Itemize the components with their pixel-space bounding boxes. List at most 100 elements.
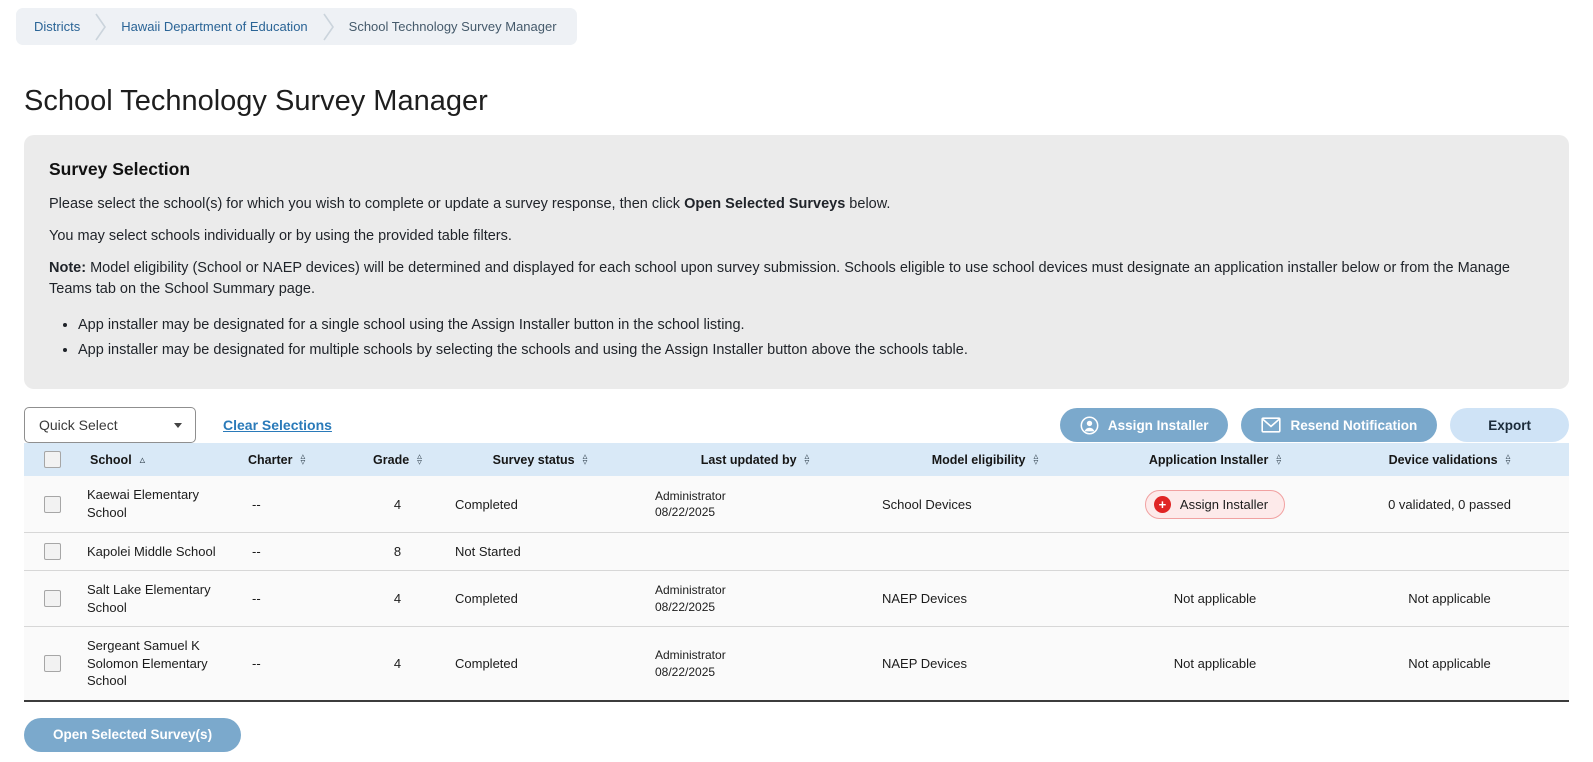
note-bullet: App installer may be designated for mult… bbox=[78, 340, 1544, 361]
row-checkbox[interactable] bbox=[44, 590, 61, 608]
school-cell: Kaewai Elementary School bbox=[82, 476, 240, 533]
sort-both-icon: ▵ ▿ bbox=[1033, 450, 1039, 468]
row-select-cell bbox=[24, 476, 82, 533]
last-updated-date: 08/22/2025 bbox=[655, 664, 716, 679]
row-select-cell bbox=[24, 531, 82, 571]
row-assign-installer-label: Assign Installer bbox=[1179, 496, 1269, 512]
column-label: School bbox=[90, 452, 132, 467]
last-updated-cell: Administrator 08/22/2025 bbox=[640, 476, 870, 533]
school-cell: Kapolei Middle School bbox=[82, 531, 240, 571]
row-checkbox[interactable] bbox=[44, 655, 61, 673]
sort-both-icon: ▵ ▿ bbox=[1505, 450, 1511, 468]
school-cell: Sergeant Samuel K Solomon Elementary Sch… bbox=[82, 626, 240, 700]
column-label: Grade bbox=[373, 452, 410, 467]
open-selected-surveys-button[interactable]: Open Selected Survey(s) bbox=[24, 717, 242, 752]
sort-both-icon: ▵ ▿ bbox=[804, 450, 810, 468]
survey-status-cell: Completed bbox=[440, 570, 640, 627]
column-label: Charter bbox=[248, 452, 293, 467]
device-validations-cell bbox=[1330, 531, 1569, 571]
quick-select-label: Quick Select bbox=[39, 417, 118, 434]
column-header-installer[interactable]: Application Installer ▵ ▿ bbox=[1100, 443, 1330, 477]
table-row: Kapolei Middle School -- 8 Not Started bbox=[24, 531, 1569, 571]
resend-notification-button[interactable]: Resend Notification bbox=[1241, 408, 1438, 443]
select-all-header bbox=[24, 443, 82, 477]
grade-cell: 4 bbox=[355, 626, 440, 700]
grade-cell: 4 bbox=[355, 476, 440, 533]
sort-both-icon: ▵ ▿ bbox=[300, 450, 306, 468]
application-installer-cell bbox=[1100, 531, 1330, 571]
row-checkbox[interactable] bbox=[44, 542, 61, 560]
column-header-school[interactable]: School ▵ bbox=[82, 443, 240, 477]
quick-select-dropdown[interactable]: Quick Select bbox=[24, 407, 196, 444]
note-paragraph: Note: Model eligibility (School or NAEP … bbox=[49, 260, 1510, 298]
assign-installer-label: Assign Installer bbox=[1107, 417, 1209, 433]
page-title: School Technology Survey Manager bbox=[24, 85, 488, 117]
survey-status-cell: Completed bbox=[440, 476, 640, 533]
column-header-model[interactable]: Model eligibility ▵ ▿ bbox=[870, 443, 1100, 477]
assign-installer-button[interactable]: Assign Installer bbox=[1059, 408, 1229, 443]
column-header-updated[interactable]: Last updated by ▵ ▿ bbox=[640, 443, 870, 477]
table-header-row: School ▵ Charter ▵ ▿ Grade ▵ ▿ Survey status ▵ ▿ La… bbox=[24, 443, 1569, 477]
column-header-charter[interactable]: Charter ▵ ▿ bbox=[240, 443, 355, 477]
application-installer-cell: Not applicable bbox=[1100, 626, 1330, 700]
application-installer-cell: Not applicable bbox=[1100, 570, 1330, 627]
table-row: Kaewai Elementary School -- 4 Completed Admi… bbox=[24, 476, 1569, 533]
chevron-right-icon bbox=[322, 11, 335, 43]
plus-icon: + bbox=[1153, 495, 1171, 513]
person-icon bbox=[1080, 416, 1099, 435]
schools-table: School ▵ Charter ▵ ▿ Grade ▵ ▿ Survey status ▵ ▿ La… bbox=[24, 443, 1569, 702]
breadcrumb: Districts Hawaii Department of Education… bbox=[16, 8, 577, 45]
column-header-validations[interactable]: Device validations ▵ ▿ bbox=[1330, 443, 1569, 477]
instruction-line-2: You may select schools individually or b… bbox=[49, 228, 512, 245]
resend-notification-label: Resend Notification bbox=[1290, 417, 1418, 433]
sort-both-icon: ▵ ▿ bbox=[417, 450, 422, 468]
column-label: Device validations bbox=[1388, 452, 1498, 467]
column-header-status[interactable]: Survey status ▵ ▿ bbox=[440, 443, 640, 477]
last-updated-cell: Administrator 08/22/2025 bbox=[640, 570, 870, 627]
row-select-cell bbox=[24, 626, 82, 700]
last-updated-by: Administrator bbox=[655, 583, 726, 598]
export-button[interactable]: Export bbox=[1450, 408, 1569, 443]
model-eligibility-cell: NAEP Devices bbox=[870, 570, 1100, 627]
note-bullet-list: App installer may be designated for a si… bbox=[49, 315, 1544, 361]
model-eligibility-cell: School Devices bbox=[870, 476, 1100, 533]
sort-ascending-icon: ▵ bbox=[139, 454, 146, 467]
survey-status-cell: Completed bbox=[440, 626, 640, 700]
select-all-checkbox[interactable] bbox=[44, 451, 61, 469]
breadcrumb-district-name[interactable]: Hawaii Department of Education bbox=[121, 19, 307, 34]
last-updated-cell: Administrator 08/22/2025 bbox=[640, 626, 870, 700]
table-toolbar: Quick Select Clear Selections Assign Ins… bbox=[24, 407, 1569, 444]
breadcrumb-current-page: School Technology Survey Manager bbox=[348, 19, 557, 34]
last-updated-by: Administrator bbox=[655, 488, 726, 503]
grade-cell: 4 bbox=[355, 570, 440, 627]
breadcrumb-districts[interactable]: Districts bbox=[34, 19, 80, 34]
grade-cell: 8 bbox=[355, 531, 440, 571]
charter-cell: -- bbox=[240, 531, 355, 571]
note-bullet: App installer may be designated for a si… bbox=[78, 315, 1544, 336]
table-row: Sergeant Samuel K Solomon Elementary Sch… bbox=[24, 626, 1569, 700]
last-updated-date: 08/22/2025 bbox=[655, 599, 716, 614]
device-validations-cell: 0 validated, 0 passed bbox=[1330, 476, 1569, 533]
row-checkbox[interactable] bbox=[44, 495, 61, 513]
panel-heading: Survey Selection bbox=[49, 159, 191, 179]
survey-status-cell: Not Started bbox=[440, 531, 640, 571]
last-updated-cell bbox=[640, 531, 870, 571]
model-eligibility-cell: NAEP Devices bbox=[870, 626, 1100, 700]
column-label: Last updated by bbox=[700, 452, 797, 467]
table-row: Salt Lake Elementary School -- 4 Completed A… bbox=[24, 570, 1569, 627]
model-eligibility-cell bbox=[870, 531, 1100, 571]
caret-down-icon bbox=[174, 422, 182, 428]
row-select-cell bbox=[24, 570, 82, 627]
instruction-line-1: Please select the school(s) for which yo… bbox=[49, 196, 891, 213]
sort-both-icon: ▵ ▿ bbox=[1276, 450, 1282, 468]
charter-cell: -- bbox=[240, 570, 355, 627]
charter-cell: -- bbox=[240, 476, 355, 533]
clear-selections-link[interactable]: Clear Selections bbox=[223, 417, 332, 433]
table-body: Kaewai Elementary School -- 4 Completed Admi… bbox=[24, 476, 1569, 700]
column-label: Application Installer bbox=[1148, 452, 1269, 467]
column-header-grade[interactable]: Grade ▵ ▿ bbox=[355, 443, 440, 477]
row-assign-installer-button[interactable]: + Assign Installer bbox=[1144, 489, 1286, 519]
device-validations-cell: Not applicable bbox=[1330, 570, 1569, 627]
survey-selection-panel: Survey Selection Please select the schoo… bbox=[24, 135, 1569, 390]
sort-both-icon: ▵ ▿ bbox=[582, 450, 588, 468]
